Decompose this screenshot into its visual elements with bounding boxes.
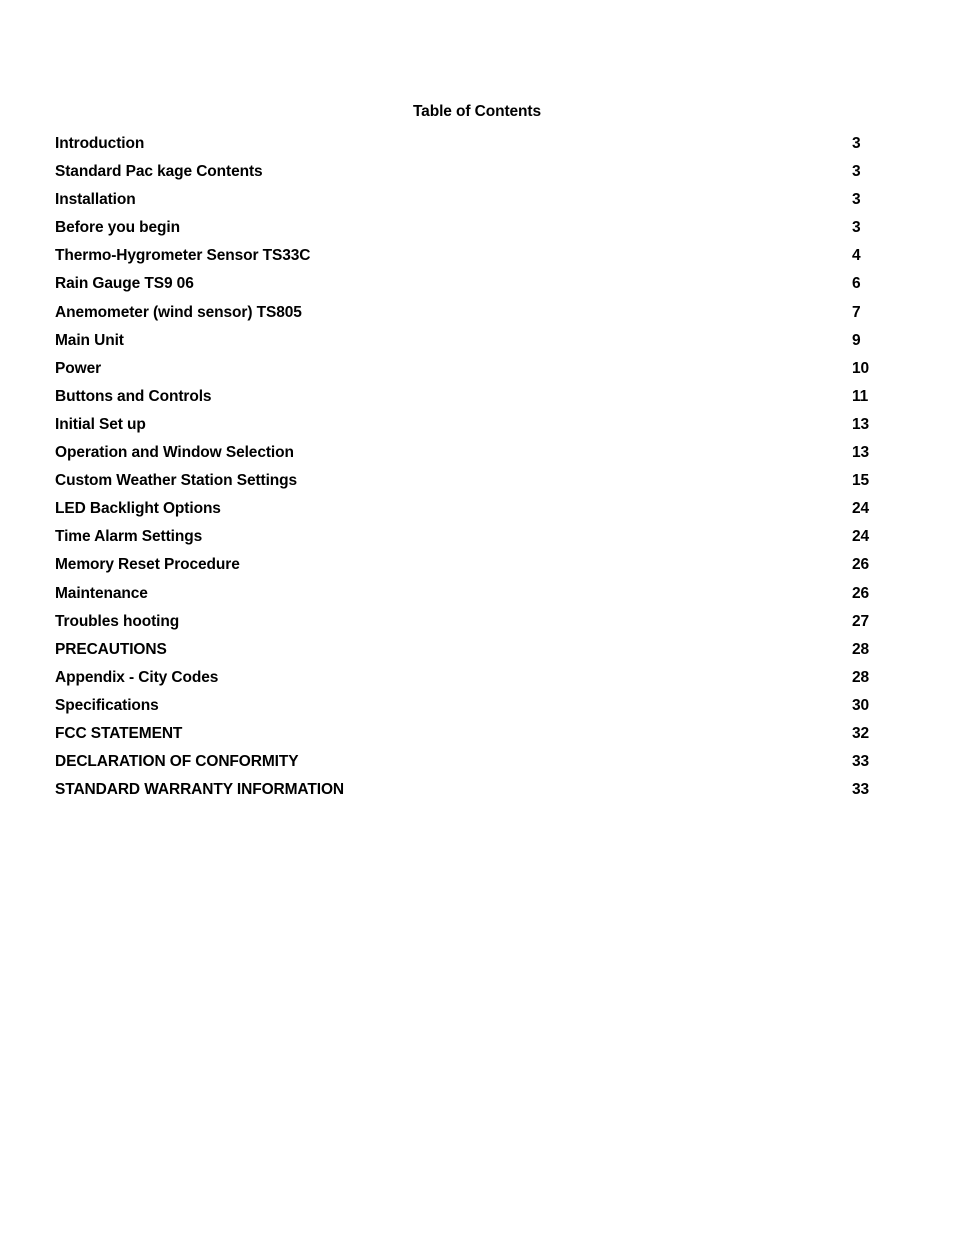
toc-entry-page-number: 32	[852, 724, 870, 742]
toc-entry-label: Time Alarm Settings	[55, 528, 203, 546]
toc-entry[interactable]: Memory Reset Procedure 26	[55, 551, 900, 579]
toc-entry[interactable]: Maintenance 26	[55, 580, 900, 608]
toc-entry[interactable]: Power 10	[55, 355, 900, 383]
toc-entry-page-number: 24	[852, 528, 870, 546]
toc-entry-page-number: 3	[852, 191, 861, 209]
toc-entry-label: Main Unit	[55, 331, 124, 349]
toc-entry[interactable]: Anemometer (wind sensor) TS805 7	[55, 299, 900, 327]
toc-entry[interactable]: Troubles hooting 27	[55, 608, 900, 636]
toc-entry-label: Rain Gauge TS9 06	[55, 275, 194, 293]
toc-entry-label: Installation	[55, 191, 136, 209]
toc-entry-page-number: 26	[852, 584, 870, 602]
toc-entry-page-number: 3	[852, 219, 861, 237]
toc-entry[interactable]: Time Alarm Settings 24	[55, 523, 900, 551]
toc-entry-page-number: 6	[852, 275, 861, 293]
toc-entry-page-number: 27	[852, 612, 870, 630]
toc-entry-page-number: 7	[852, 303, 861, 321]
toc-entry[interactable]: Operation and Window Selection 13	[55, 439, 900, 467]
toc-entry-label: PRECAUTIONS	[55, 640, 167, 658]
toc-entry-label: DECLARATION OF CONFORMITY	[55, 753, 299, 771]
toc-entry[interactable]: DECLARATION OF CONFORMITY 33	[55, 748, 900, 776]
toc-entry-page-number: 26	[852, 556, 870, 574]
toc-entry[interactable]: Appendix - City Codes 28	[55, 664, 900, 692]
document-page: Table of Contents Introduction 3 Standard …	[0, 0, 954, 1235]
toc-entry-page-number: 24	[852, 500, 870, 518]
toc-entry[interactable]: Main Unit 9	[55, 327, 900, 355]
toc-entry-page-number: 28	[852, 640, 870, 658]
toc-entry[interactable]: Initial Set up 13	[55, 411, 900, 439]
toc-entry-page-number: 3	[852, 163, 861, 181]
toc-entry-page-number: 11	[852, 387, 869, 405]
toc-entry[interactable]: STANDARD WARRANTY INFORMATION 33	[55, 776, 900, 804]
toc-entry[interactable]: Standard Pac kage Contents 3	[55, 158, 900, 186]
toc-entry-label: Troubles hooting	[55, 612, 180, 630]
toc-entry[interactable]: Specifications 30	[55, 692, 900, 720]
toc-entry-label: Before you begin	[55, 219, 180, 237]
toc-entry[interactable]: Introduction 3	[55, 130, 900, 158]
toc-entry[interactable]: LED Backlight Options 24	[55, 495, 900, 523]
toc-entry-page-number: 10	[852, 359, 870, 377]
toc-entry-page-number: 28	[852, 668, 870, 686]
toc-entry[interactable]: Thermo-Hygrometer Sensor TS33C 4	[55, 242, 900, 270]
table-of-contents-list: Introduction 3 Standard Pac kage Contents 3…	[55, 130, 900, 804]
toc-entry-label: Maintenance	[55, 584, 148, 602]
toc-entry-label: Specifications	[55, 696, 159, 714]
toc-entry[interactable]: PRECAUTIONS 28	[55, 636, 900, 664]
toc-entry-page-number: 30	[852, 696, 870, 714]
toc-entry[interactable]: Buttons and Controls 11	[55, 383, 900, 411]
toc-entry-label: Custom Weather Station Settings	[55, 472, 298, 490]
toc-entry-label: Thermo-Hygrometer Sensor TS33C	[55, 247, 311, 265]
toc-entry-page-number: 9	[852, 331, 861, 349]
toc-entry-page-number: 33	[852, 753, 870, 771]
toc-entry-label: Appendix - City Codes	[55, 668, 219, 686]
toc-entry-page-number: 13	[852, 444, 870, 462]
toc-entry-label: Standard Pac kage Contents	[55, 163, 263, 181]
toc-entry[interactable]: Rain Gauge TS9 06 6	[55, 270, 900, 298]
toc-entry-label: Introduction	[55, 135, 145, 152]
toc-entry-label: Anemometer (wind sensor) TS805	[55, 303, 302, 321]
toc-entry-label: FCC STATEMENT	[55, 724, 183, 742]
toc-entry-label: Power	[55, 359, 102, 377]
toc-entry[interactable]: Before you begin 3	[55, 214, 900, 242]
toc-entry-page-number: 4	[852, 247, 861, 265]
toc-entry-page-number: 33	[852, 781, 870, 799]
toc-entry-label: LED Backlight Options	[55, 500, 221, 518]
toc-entry-page-number: 13	[852, 415, 870, 433]
toc-entry-page-number: 15	[852, 472, 870, 490]
toc-entry-page-number: 3	[852, 135, 861, 152]
toc-entry[interactable]: Custom Weather Station Settings 15	[55, 467, 900, 495]
toc-entry-label: Operation and Window Selection	[55, 444, 294, 462]
toc-entry[interactable]: FCC STATEMENT 32	[55, 720, 900, 748]
toc-entry-label: STANDARD WARRANTY INFORMATION	[55, 781, 344, 799]
toc-entry[interactable]: Installation 3	[55, 186, 900, 214]
toc-entry-label: Initial Set up	[55, 415, 146, 433]
page-title: Table of Contents	[412, 103, 542, 120]
toc-entry-label: Memory Reset Procedure	[55, 556, 240, 574]
toc-entry-label: Buttons and Controls	[55, 387, 212, 405]
